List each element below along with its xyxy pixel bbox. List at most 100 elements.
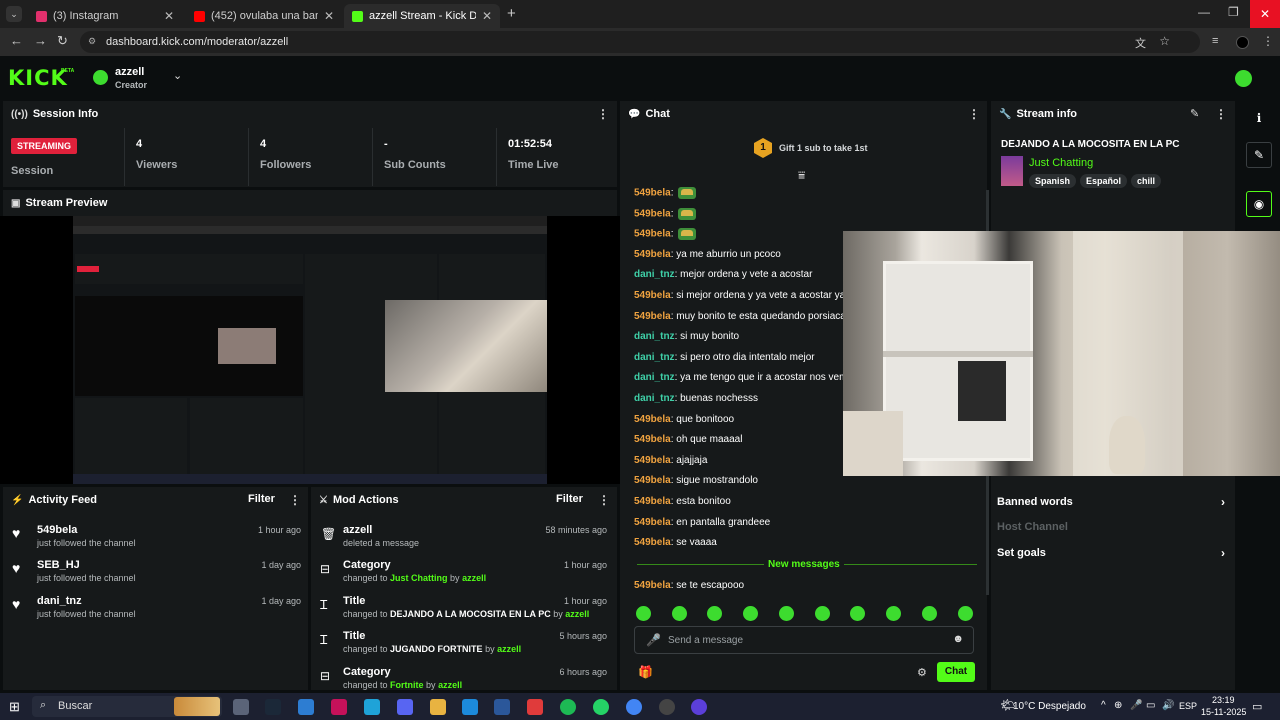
send-chat-button[interactable]: Chat — [937, 662, 975, 682]
chat-username[interactable]: 549bela — [634, 580, 671, 591]
media-icon[interactable]: ≡ — [1212, 35, 1218, 47]
edit-pencil-icon[interactable]: ✎ — [1190, 107, 1199, 120]
windows-start-icon[interactable]: ⊞ — [9, 699, 20, 715]
channel-avatar[interactable] — [93, 70, 108, 85]
gift-icon[interactable]: 🎁 — [638, 665, 653, 679]
word-icon[interactable] — [494, 699, 510, 715]
chat-username[interactable]: 549bela — [634, 455, 671, 466]
file-explorer-icon[interactable] — [430, 699, 446, 715]
discord-icon[interactable] — [397, 699, 413, 715]
chat-username[interactable]: 549bela — [634, 229, 671, 240]
chat-username[interactable]: dani_tnz — [634, 372, 675, 383]
chat-username[interactable]: 549bela — [634, 311, 671, 322]
chat-username[interactable]: 549bela — [634, 537, 671, 548]
close-tab-icon[interactable]: ✕ — [324, 9, 334, 23]
steam-icon[interactable] — [265, 699, 281, 715]
chat-username[interactable]: 549bela — [634, 249, 671, 260]
kebab-menu-icon[interactable]: ⋮ — [597, 107, 609, 121]
weather-text[interactable]: 10°C Despejado — [1013, 701, 1086, 712]
emote-icon[interactable] — [678, 228, 697, 240]
stream-preview-area[interactable] — [0, 216, 620, 484]
gift-sub-text[interactable]: Gift 1 sub to take 1st — [779, 143, 868, 153]
emote-icon[interactable] — [636, 606, 651, 621]
chat-username[interactable]: 549bela — [634, 188, 671, 199]
bookmark-star-icon[interactable]: ☆ — [1159, 34, 1170, 48]
settings-gear-icon[interactable]: ⚙ — [917, 666, 927, 679]
activity-filter-button[interactable]: Filter — [248, 493, 275, 505]
emote-icon[interactable] — [707, 606, 722, 621]
desc-user[interactable]: azzell — [438, 680, 462, 690]
tab-instagram[interactable]: (3) Instagram ✕ — [28, 4, 182, 28]
chat-username[interactable]: dani_tnz — [634, 352, 675, 363]
app-icon[interactable] — [462, 699, 478, 715]
emote-icon[interactable] — [779, 606, 794, 621]
whatsapp-icon[interactable] — [593, 699, 609, 715]
kebab-menu-icon[interactable]: ⋮ — [1215, 107, 1227, 121]
emote-icon[interactable] — [672, 606, 687, 621]
chevron-down-icon[interactable]: ⌄ — [173, 69, 182, 82]
new-messages-label[interactable]: New messages — [764, 559, 844, 570]
desc-user[interactable]: azzell — [565, 609, 589, 619]
chat-username[interactable]: 549bela — [634, 475, 671, 486]
taskbar-search[interactable]: ⌕ Buscar — [32, 696, 222, 717]
info-icon[interactable]: ℹ — [1246, 105, 1272, 131]
task-view-icon[interactable] — [233, 699, 249, 715]
desc-highlight[interactable]: Fortnite — [390, 680, 424, 690]
gift-rank-badge[interactable]: 1 — [754, 138, 772, 158]
store-icon[interactable] — [298, 699, 314, 715]
chat-username[interactable]: 549bela — [634, 517, 671, 528]
restore-icon[interactable]: ❐ — [1228, 5, 1239, 19]
desc-highlight[interactable]: Just Chatting — [390, 573, 448, 583]
microphone-tray-icon[interactable]: 🎤 — [1130, 700, 1142, 711]
category-thumbnail[interactable] — [1001, 156, 1023, 186]
tray-chevron-icon[interactable]: ^ — [1101, 700, 1106, 711]
new-tab-button[interactable]: + — [507, 5, 516, 22]
chat-username[interactable]: 549bela — [634, 496, 671, 507]
follower-name[interactable]: dani_tnz — [37, 595, 82, 607]
back-icon[interactable]: ← — [10, 33, 23, 48]
forward-icon[interactable]: → — [34, 33, 47, 48]
emote-icon[interactable] — [815, 606, 830, 621]
kebab-menu-icon[interactable]: ⋮ — [968, 107, 980, 121]
follower-name[interactable]: SEB_HJ — [37, 559, 80, 571]
minimize-icon[interactable]: — — [1198, 5, 1210, 19]
stream-category[interactable]: Just Chatting — [1029, 157, 1093, 169]
app-icon[interactable] — [691, 699, 707, 715]
emote-icon[interactable] — [678, 187, 697, 199]
site-info-icon[interactable]: ⚙ — [88, 36, 96, 47]
tab-search-icon[interactable]: ⌄ — [6, 6, 22, 22]
chat-username[interactable]: 549bela — [634, 434, 671, 445]
chrome-icon[interactable] — [626, 699, 642, 715]
stream-preview-video[interactable] — [73, 216, 547, 484]
chat-username[interactable]: 549bela — [634, 209, 671, 220]
translate-icon[interactable]: 文 — [1135, 35, 1146, 51]
set-goals-row[interactable]: Set goals › — [997, 546, 1229, 560]
floating-camera-view[interactable] — [843, 231, 1280, 476]
channel-name[interactable]: azzell — [115, 66, 144, 78]
kick-logo[interactable]: KICK — [8, 66, 68, 90]
user-avatar[interactable] — [1235, 70, 1252, 87]
camera-icon[interactable]: ◉ — [1246, 191, 1272, 217]
tag[interactable]: Español — [1080, 174, 1128, 188]
address-bar[interactable]: ⚙ dashboard.kick.com/moderator/azzell 文 … — [80, 31, 1200, 53]
edge-icon[interactable] — [364, 699, 380, 715]
edit-icon[interactable]: ✎ — [1246, 142, 1272, 168]
chat-username[interactable]: 549bela — [634, 290, 671, 301]
chat-username[interactable]: dani_tnz — [634, 393, 675, 404]
emoji-icon[interactable]: ☻ — [952, 633, 964, 645]
follower-name[interactable]: 549bela — [37, 524, 77, 536]
close-tab-icon[interactable]: ✕ — [164, 9, 174, 23]
chat-input[interactable]: 🎤 Send a message ☻ — [634, 626, 974, 654]
emote-icon[interactable] — [678, 208, 697, 220]
tab-youtube[interactable]: (452) ovulaba una banda - YouT ✕ — [186, 4, 342, 28]
tag[interactable]: Spanish — [1029, 174, 1077, 188]
microphone-icon[interactable]: 🎤 — [646, 633, 661, 647]
emote-icon[interactable] — [922, 606, 937, 621]
volume-icon[interactable]: 🔊 — [1162, 700, 1174, 711]
mod-filter-button[interactable]: Filter — [556, 493, 583, 505]
tray-icon[interactable]: ⊕ — [1114, 700, 1122, 711]
clock-time[interactable]: 23:19 — [1212, 695, 1235, 705]
kebab-menu-icon[interactable]: ⋮ — [289, 493, 301, 507]
desc-user[interactable]: azzell — [497, 644, 521, 654]
tag[interactable]: chill — [1131, 174, 1162, 188]
